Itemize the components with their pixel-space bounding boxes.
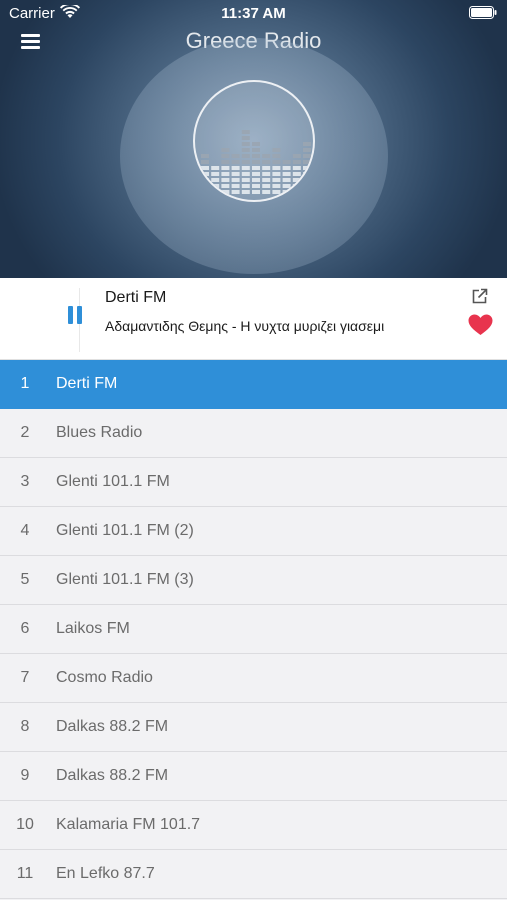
station-name: Kalamaria FM 101.7	[56, 816, 201, 833]
station-name: Dalkas 88.2 FM	[56, 767, 169, 784]
favorite-heart-icon[interactable]	[468, 314, 493, 336]
station-row[interactable]: 3 Glenti 101.1 FM	[0, 458, 507, 507]
station-number: 9	[20, 767, 30, 784]
header: Carrier 11:37 AM Greece Radio	[0, 0, 507, 278]
station-number: 3	[20, 473, 30, 490]
station-row[interactable]: 4 Glenti 101.1 FM (2)	[0, 507, 507, 556]
station-row[interactable]: 8 Dalkas 88.2 FM	[0, 703, 507, 752]
station-row[interactable]: 2 Blues Radio	[0, 409, 507, 458]
station-name: Dalkas 88.2 FM	[56, 718, 169, 735]
equalizer-icon	[201, 130, 311, 194]
now-playing-station: Derti FM	[105, 289, 167, 306]
station-name: Blues Radio	[56, 424, 143, 441]
station-row[interactable]: 7 Cosmo Radio	[0, 654, 507, 703]
pause-icon[interactable]	[66, 306, 84, 326]
now-playing-track: Αδαμαντιδης Θεμης - Η νυχτα μυριζει γιασ…	[105, 318, 385, 334]
station-number: 8	[20, 718, 30, 735]
station-name: Glenti 101.1 FM	[56, 473, 170, 490]
station-name: Glenti 101.1 FM (2)	[56, 522, 194, 539]
station-name: Glenti 101.1 FM (3)	[56, 571, 194, 588]
station-row[interactable]: 9 Dalkas 88.2 FM	[0, 752, 507, 801]
station-list: 1 Derti FM 2 Blues Radio 3 Glenti 101.1 FM 4 Gl…	[0, 360, 507, 899]
station-number: 6	[20, 620, 30, 637]
share-icon[interactable]	[471, 288, 488, 305]
station-name: Laikos FM	[56, 620, 130, 637]
battery-icon	[469, 6, 497, 19]
station-number: 7	[20, 669, 30, 686]
station-number: 2	[20, 424, 30, 441]
station-number: 1	[20, 375, 30, 392]
station-row[interactable]: 10 Kalamaria FM 101.7	[0, 801, 507, 850]
station-name: En Lefko 87.7	[56, 865, 155, 882]
status-bar: Carrier 11:37 AM	[0, 0, 507, 28]
station-number: 10	[16, 816, 34, 833]
station-name: Cosmo Radio	[56, 669, 153, 686]
station-number: 5	[20, 571, 30, 588]
station-row[interactable]: 11 En Lefko 87.7	[0, 850, 507, 899]
artwork-circle	[193, 80, 315, 202]
station-number: 4	[20, 522, 30, 539]
station-number: 11	[16, 865, 34, 882]
clock: 11:37 AM	[221, 5, 286, 22]
station-row[interactable]: 5 Glenti 101.1 FM (3)	[0, 556, 507, 605]
station-name: Derti FM	[56, 375, 118, 392]
station-row[interactable]: 6 Laikos FM	[0, 605, 507, 654]
station-row[interactable]: 1 Derti FM	[0, 360, 507, 409]
now-playing-bar: Derti FM Αδαμαντιδης Θεμης - Η νυχτα μυρ…	[0, 278, 507, 360]
